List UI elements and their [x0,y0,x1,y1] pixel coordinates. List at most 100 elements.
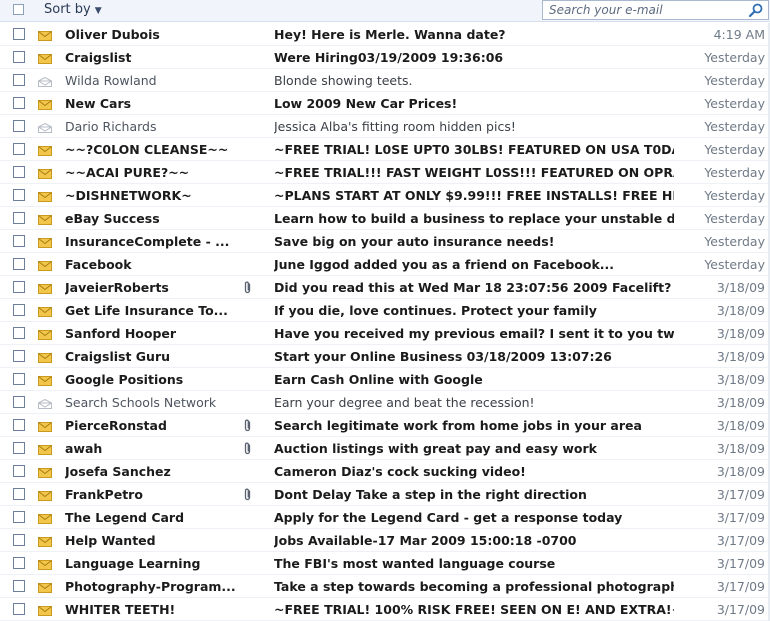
message-row[interactable]: Wilda Rowland Blonde showing teets. Yester… [0,69,770,92]
message-row[interactable]: ~DISHNETWORK~ ~PLANS START AT ONLY $9.99!… [0,184,770,207]
message-row[interactable]: Photography-Program... Take a step toward… [0,575,770,598]
unread-envelope-icon [38,443,52,455]
message-date: 3/17/09 [716,487,765,502]
message-checkbox[interactable] [13,304,25,316]
message-checkbox[interactable] [13,51,25,63]
message-row[interactable]: New Cars Low 2009 New Car Prices! Yesterda… [0,92,770,115]
message-checkbox[interactable] [13,373,25,385]
message-subject: ~FREE TRIAL!!! FAST WEIGHT L0SS!!! FEATU… [274,165,674,180]
unread-envelope-icon [38,52,52,64]
chevron-down-icon: ▼ [94,6,102,16]
message-checkbox[interactable] [13,281,25,293]
message-row[interactable]: JaveierRoberts Did you read this at Wed M… [0,276,770,299]
message-row[interactable]: The Legend Card Apply for the Legend Card… [0,506,770,529]
message-row[interactable]: Get Life Insurance To... If you die, love… [0,299,770,322]
message-sender: Google Positions [65,372,184,387]
message-date: 3/18/09 [716,349,765,364]
sort-by-dropdown[interactable]: Sort by ▼ [44,2,102,17]
message-sender: Craigslist [65,50,132,65]
message-row[interactable]: Dario Richards Jessica Alba's fitting roo… [0,115,770,138]
message-row[interactable]: WHITER TEETH! ~FREE TRIAL! 100% RISK FREE… [0,598,770,621]
message-checkbox[interactable] [13,350,25,362]
message-date: 3/17/09 [716,556,765,571]
message-checkbox[interactable] [13,603,25,615]
message-subject: Jobs Available-17 Mar 2009 15:00:18 -070… [274,533,577,548]
message-subject: Learn how to build a business to replace… [274,211,674,226]
message-date: 3/18/09 [716,372,765,387]
select-all-checkbox[interactable] [13,4,24,15]
message-checkbox[interactable] [13,189,25,201]
message-checkbox[interactable] [13,166,25,178]
message-subject: Dont Delay Take a step in the right dire… [274,487,587,502]
message-checkbox[interactable] [13,120,25,132]
message-checkbox[interactable] [13,74,25,86]
message-row[interactable]: eBay Success Learn how to build a busines… [0,207,770,230]
message-row[interactable]: InsuranceComplete - ... Save big on your … [0,230,770,253]
message-checkbox[interactable] [13,488,25,500]
message-sender: Get Life Insurance To... [65,303,228,318]
unread-envelope-icon [38,535,52,547]
paperclip-icon [243,419,252,432]
message-checkbox[interactable] [13,258,25,270]
unread-envelope-icon [38,282,52,294]
unread-envelope-icon [38,213,52,225]
unread-envelope-icon [38,328,52,340]
message-checkbox[interactable] [13,557,25,569]
message-checkbox[interactable] [13,419,25,431]
message-date: 3/18/09 [716,395,765,410]
read-envelope-icon [38,75,52,87]
message-sender: The Legend Card [65,510,185,525]
message-checkbox[interactable] [13,534,25,546]
unread-envelope-icon [38,420,52,432]
message-date: Yesterday [704,142,765,157]
message-checkbox[interactable] [13,465,25,477]
message-date: 3/18/09 [716,464,765,479]
message-row[interactable]: Sanford Hooper Have you received my previ… [0,322,770,345]
message-checkbox[interactable] [13,580,25,592]
message-row[interactable]: Search Schools Network Earn your degree a… [0,391,770,414]
message-subject: Earn Cash Online with Google [274,372,483,387]
message-checkbox[interactable] [13,511,25,523]
message-date: 3/18/09 [716,303,765,318]
message-row[interactable]: Facebook June Iggod added you as a friend… [0,253,770,276]
message-checkbox[interactable] [13,442,25,454]
message-sender: ~DISHNETWORK~ [65,188,192,203]
message-row[interactable]: Craigslist Were Hiring03/19/2009 19:36:06… [0,46,770,69]
message-row[interactable]: ~~ACAI PURE?~~ ~FREE TRIAL!!! FAST WEIGHT… [0,161,770,184]
message-row[interactable]: PierceRonstad Search legitimate work from… [0,414,770,437]
message-sender: JaveierRoberts [65,280,169,295]
message-sender: Josefa Sanchez [65,464,171,479]
message-date: 3/17/09 [716,510,765,525]
message-checkbox[interactable] [13,212,25,224]
message-row[interactable]: Google Positions Earn Cash Online with Go… [0,368,770,391]
search-box [542,0,769,20]
message-checkbox[interactable] [13,396,25,408]
message-date: 3/18/09 [716,441,765,456]
message-sender: FrankPetro [65,487,143,502]
message-row[interactable]: Josefa Sanchez Cameron Diaz's cock suckin… [0,460,770,483]
list-toolbar: Sort by ▼ [0,0,770,22]
message-subject: Earn your degree and beat the recession! [274,395,535,410]
message-sender: Help Wanted [65,533,156,548]
message-checkbox[interactable] [13,97,25,109]
message-date: Yesterday [704,211,765,226]
unread-envelope-icon [38,558,52,570]
message-subject: Jessica Alba's fitting room hidden pics! [274,119,516,134]
message-checkbox[interactable] [13,327,25,339]
message-date: 3/17/09 [716,602,765,617]
message-checkbox[interactable] [13,143,25,155]
message-checkbox[interactable] [13,235,25,247]
message-row[interactable]: awah Auction listings with great pay and … [0,437,770,460]
unread-envelope-icon [38,351,52,363]
unread-envelope-icon [38,98,52,110]
search-input[interactable] [543,1,745,19]
message-checkbox[interactable] [13,28,25,40]
unread-envelope-icon [38,512,52,524]
message-row[interactable]: Craigslist Guru Start your Online Busines… [0,345,770,368]
message-row[interactable]: Oliver Dubois Hey! Here is Merle. Wanna d… [0,23,770,46]
message-row[interactable]: ~~?C0LON CLEANSE~~ ~FREE TRIAL! L0SE UPT0… [0,138,770,161]
message-row[interactable]: FrankPetro Dont Delay Take a step in the … [0,483,770,506]
message-row[interactable]: Language Learning The FBI's most wanted l… [0,552,770,575]
search-icon[interactable] [748,3,764,18]
message-row[interactable]: Help Wanted Jobs Available-17 Mar 2009 15… [0,529,770,552]
